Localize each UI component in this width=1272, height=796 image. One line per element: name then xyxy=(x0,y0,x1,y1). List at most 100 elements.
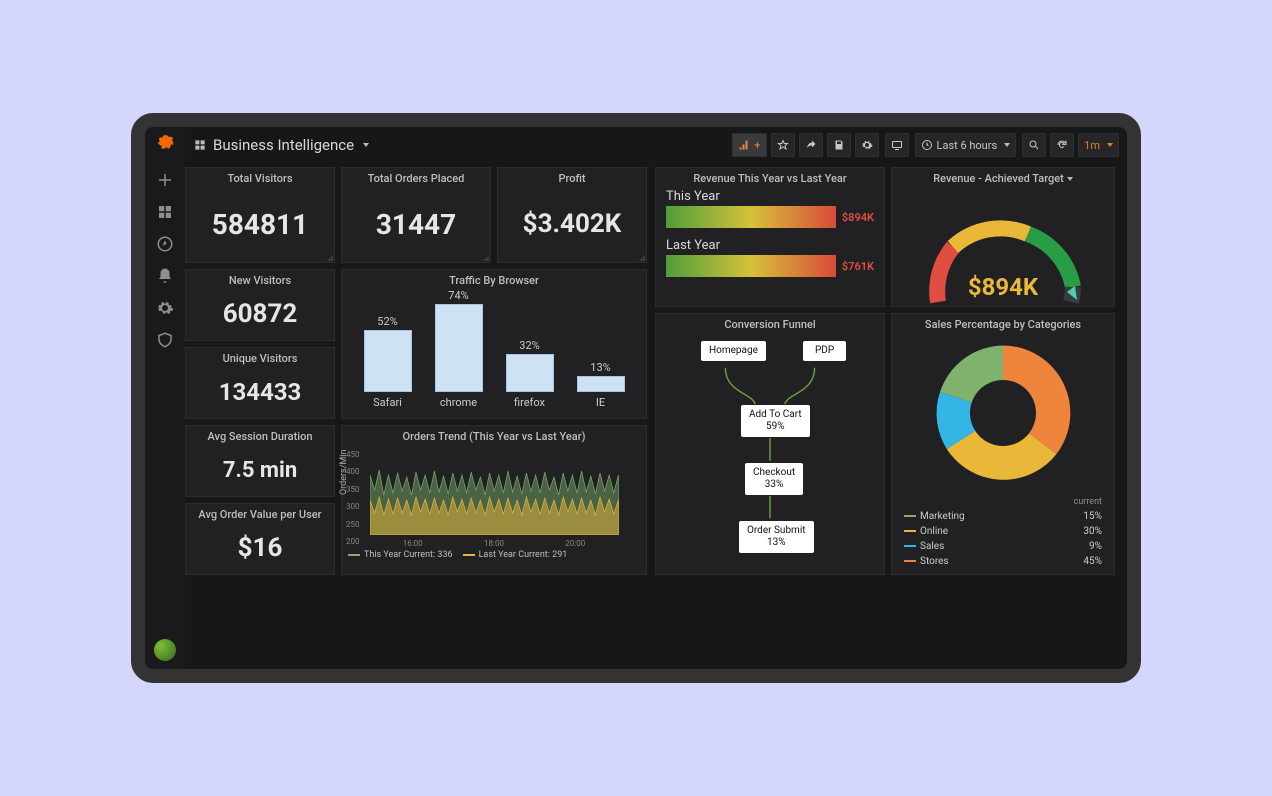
series-label: This Year xyxy=(656,187,884,206)
panel-title: Total Visitors xyxy=(186,168,334,187)
time-range-label: Last 6 hours xyxy=(937,139,998,152)
stat-value: $16 xyxy=(186,533,334,563)
donut-chart xyxy=(892,333,1114,493)
add-panel-button[interactable]: + xyxy=(732,133,766,157)
panel-unique-visitors[interactable]: Unique Visitors 134433 xyxy=(185,347,335,419)
panel-title: Revenue - Achieved Target xyxy=(892,168,1114,187)
share-button[interactable] xyxy=(799,133,823,157)
chart-legend: This Year Current: 336 Last Year Current… xyxy=(342,548,646,562)
panel-orders-trend[interactable]: Orders Trend (This Year vs Last Year) 45… xyxy=(341,425,647,575)
bar-label: 32% xyxy=(519,339,539,352)
toolbar-actions: + xyxy=(732,133,878,157)
panel-avg-order-value[interactable]: Avg Order Value per User $16 xyxy=(185,503,335,575)
bar-category: IE xyxy=(596,396,605,409)
refresh-interval-label: 1m xyxy=(1084,139,1100,152)
stat-value: 60872 xyxy=(186,299,334,329)
panel-title: Total Orders Placed xyxy=(342,168,490,187)
bar xyxy=(666,206,836,228)
y-axis-label: Orders/Min xyxy=(339,450,349,495)
panel-sales-categories[interactable]: Sales Percentage by Categories current M… xyxy=(891,313,1115,575)
bar-value: $761K xyxy=(842,260,874,273)
refresh-interval-picker[interactable]: 1m xyxy=(1078,133,1119,157)
time-range-picker[interactable]: Last 6 hours xyxy=(915,133,1017,157)
legend-item: Marketing xyxy=(920,511,965,522)
alerts-icon[interactable] xyxy=(156,267,174,285)
settings-button[interactable] xyxy=(855,133,879,157)
user-avatar[interactable] xyxy=(154,639,176,661)
cycle-view-button[interactable] xyxy=(885,133,909,157)
funnel-node: Add To Cart59% xyxy=(740,404,811,438)
topbar: Business Intelligence + Last 6 hours 1m xyxy=(185,127,1127,163)
panel-avg-session[interactable]: Avg Session Duration 7.5 min xyxy=(185,425,335,497)
bar-value: $894K xyxy=(842,211,874,224)
panel-traffic-browser[interactable]: Traffic By Browser 52%Safari 74%chrome 3… xyxy=(341,269,647,419)
refresh-button[interactable] xyxy=(1050,133,1074,157)
panel-profit[interactable]: Profit $3.402K xyxy=(497,167,647,263)
bar-category: firefox xyxy=(514,396,545,409)
funnel-node: Order Submit13% xyxy=(738,520,815,554)
legend-value: 15% xyxy=(1037,510,1104,523)
panel-title: Profit xyxy=(498,168,646,187)
chevron-down-icon xyxy=(363,143,369,147)
save-button[interactable] xyxy=(827,133,851,157)
gauge-chart: $894K xyxy=(892,187,1114,327)
legend-item: Online xyxy=(920,526,948,537)
shield-icon[interactable] xyxy=(156,331,174,349)
panel-funnel[interactable]: Conversion Funnel Homepage PDP Add To Ca… xyxy=(655,313,885,575)
funnel-node: PDP xyxy=(802,340,847,362)
stat-value: $3.402K xyxy=(498,209,646,239)
panel-total-orders[interactable]: Total Orders Placed 31447 xyxy=(341,167,491,263)
stat-value: 31447 xyxy=(342,208,490,241)
panel-title: Unique Visitors xyxy=(186,348,334,367)
clock-icon xyxy=(921,139,933,151)
chevron-down-icon xyxy=(1004,143,1010,147)
stat-value: 584811 xyxy=(186,208,334,241)
legend-value: 45% xyxy=(1037,555,1104,568)
bar xyxy=(666,255,836,277)
legend-item: Stores xyxy=(920,556,949,567)
breadcrumb[interactable]: Business Intelligence xyxy=(193,136,369,154)
settings-icon[interactable] xyxy=(156,299,174,317)
add-icon[interactable] xyxy=(156,171,174,189)
explore-icon[interactable] xyxy=(156,235,174,253)
panel-new-visitors[interactable]: New Visitors 60872 xyxy=(185,269,335,341)
x-axis: 16:0018:0020:00 xyxy=(342,539,646,548)
line-chart xyxy=(342,445,646,535)
dashboards-icon[interactable] xyxy=(156,203,174,221)
legend-item: Sales xyxy=(920,541,944,552)
panel-title: New Visitors xyxy=(186,270,334,289)
stat-value: 134433 xyxy=(186,378,334,406)
legend-item: Last Year Current: 291 xyxy=(479,550,568,560)
panel-title: Traffic By Browser xyxy=(342,270,646,289)
resize-handle[interactable] xyxy=(481,253,489,261)
sidebar xyxy=(145,127,185,669)
app-frame: Business Intelligence + Last 6 hours 1m xyxy=(131,113,1141,683)
chart-legend: current Marketing15% Online30% Sales9% S… xyxy=(900,494,1106,570)
panel-title: Avg Order Value per User xyxy=(186,504,334,523)
chevron-down-icon xyxy=(1067,177,1073,181)
legend-value: 30% xyxy=(1037,525,1104,538)
panel-title: Orders Trend (This Year vs Last Year) xyxy=(342,426,646,445)
bar-chart: 52%Safari 74%chrome 32%firefox 13%IE xyxy=(342,289,646,409)
gauge-value: $894K xyxy=(968,273,1038,301)
dashboard-icon xyxy=(193,138,207,152)
bar-label: 74% xyxy=(448,289,468,302)
series-label: Last Year xyxy=(656,236,884,255)
bar xyxy=(435,304,483,392)
panel-title: Sales Percentage by Categories xyxy=(892,314,1114,333)
legend-item: This Year Current: 336 xyxy=(364,550,453,560)
refresh-icon xyxy=(1056,139,1068,151)
panel-total-visitors[interactable]: Total Visitors 584811 xyxy=(185,167,335,263)
zoom-out-button[interactable] xyxy=(1022,133,1046,157)
stat-value: 7.5 min xyxy=(186,458,334,483)
panel-revenue-target[interactable]: Revenue - Achieved Target $894K xyxy=(891,167,1115,307)
grafana-logo-icon xyxy=(153,133,177,157)
legend-value: 9% xyxy=(1037,540,1104,553)
star-button[interactable] xyxy=(771,133,795,157)
bar-label: 13% xyxy=(590,361,610,374)
resize-handle[interactable] xyxy=(637,253,645,261)
resize-handle[interactable] xyxy=(325,253,333,261)
bar xyxy=(364,330,412,392)
panel-revenue-compare[interactable]: Revenue This Year vs Last Year This Year… xyxy=(655,167,885,307)
bar-label: 52% xyxy=(377,315,397,328)
